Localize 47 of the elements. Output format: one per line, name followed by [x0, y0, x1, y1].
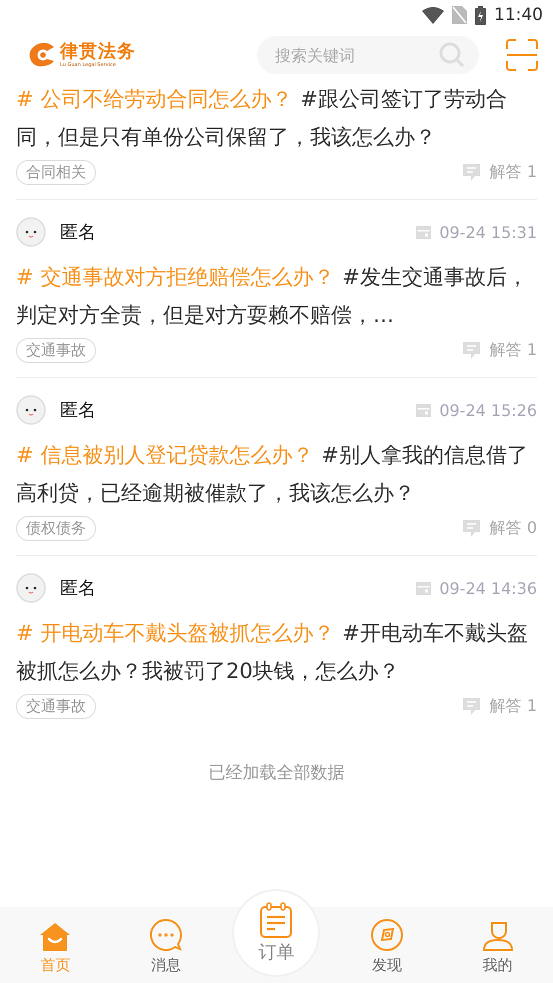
logo-title: 律贯法务 — [60, 42, 136, 62]
avatar-icon — [16, 395, 46, 425]
author-name: 匿名 — [60, 221, 96, 244]
question-text[interactable]: # 信息被别人登记贷款怎么办？ #别人拿我的信息借了高利贷，已经逾期被催款了，我该怎么办？ — [16, 436, 537, 512]
avatar-icon — [16, 573, 46, 603]
category-tag: 交通事故 — [16, 338, 96, 363]
comment-icon — [462, 698, 480, 715]
post-time: 09-24 15:26 — [439, 400, 537, 420]
battery-icon — [475, 6, 486, 24]
post-time: 09-24 15:31 — [439, 222, 537, 242]
notepad-icon — [259, 902, 294, 938]
wifi-icon — [422, 6, 444, 24]
chat-icon — [148, 918, 183, 952]
nav-tab[interactable]: 消息 — [110, 907, 222, 983]
question-text[interactable]: # 交通事故对方拒绝赔偿怎么办？ #发生交通事故后，判定对方全责，但是对方耍赖不赔偿，… — [16, 258, 537, 334]
no-sim-icon — [452, 6, 467, 24]
clock-time: 11:40 — [494, 5, 543, 25]
category-tag: 债权债务 — [16, 516, 96, 541]
comment-icon — [462, 342, 480, 359]
answer-count: 解答 1 — [490, 340, 537, 361]
end-of-list-note: 已经加载全部数据 — [208, 763, 344, 783]
search-field[interactable]: 搜索关键词 — [257, 36, 479, 74]
calendar-icon — [416, 404, 432, 416]
order-tab[interactable]: 订单 — [232, 889, 320, 977]
nav-tab[interactable]: 我的 — [442, 907, 553, 983]
question-text[interactable]: # 开电动车不戴头盔被抓怎么办？ #开电动车不戴头盔被抓怎么办？我被罚了20块钱，怎么办？ — [16, 614, 537, 690]
answer-count: 解答 1 — [490, 162, 537, 183]
category-tag: 交通事故 — [16, 694, 96, 719]
scan-icon[interactable] — [505, 38, 539, 72]
comment-icon — [462, 164, 480, 181]
answer-count: 解答 0 — [490, 518, 537, 539]
calendar-icon — [416, 582, 432, 594]
author-name: 匿名 — [60, 399, 96, 422]
logo-icon — [28, 42, 56, 68]
person-icon — [482, 920, 514, 952]
answer-count: 解答 1 — [490, 696, 537, 717]
question-text[interactable]: # 公司不给劳动合同怎么办？ #跟公司签订了劳动合同，但是只有单份公司保留了，我该怎么办？ — [16, 80, 537, 156]
compass-icon — [370, 918, 404, 952]
author-name: 匿名 — [60, 577, 96, 600]
house-icon — [39, 922, 72, 952]
category-tag: 合同相关 — [16, 160, 96, 185]
comment-icon — [462, 520, 480, 537]
calendar-icon — [416, 226, 432, 238]
post-time: 09-24 14:36 — [439, 578, 537, 598]
nav-tab[interactable]: 发现 — [332, 907, 442, 983]
search-icon — [439, 42, 465, 68]
avatar-icon — [16, 217, 46, 247]
